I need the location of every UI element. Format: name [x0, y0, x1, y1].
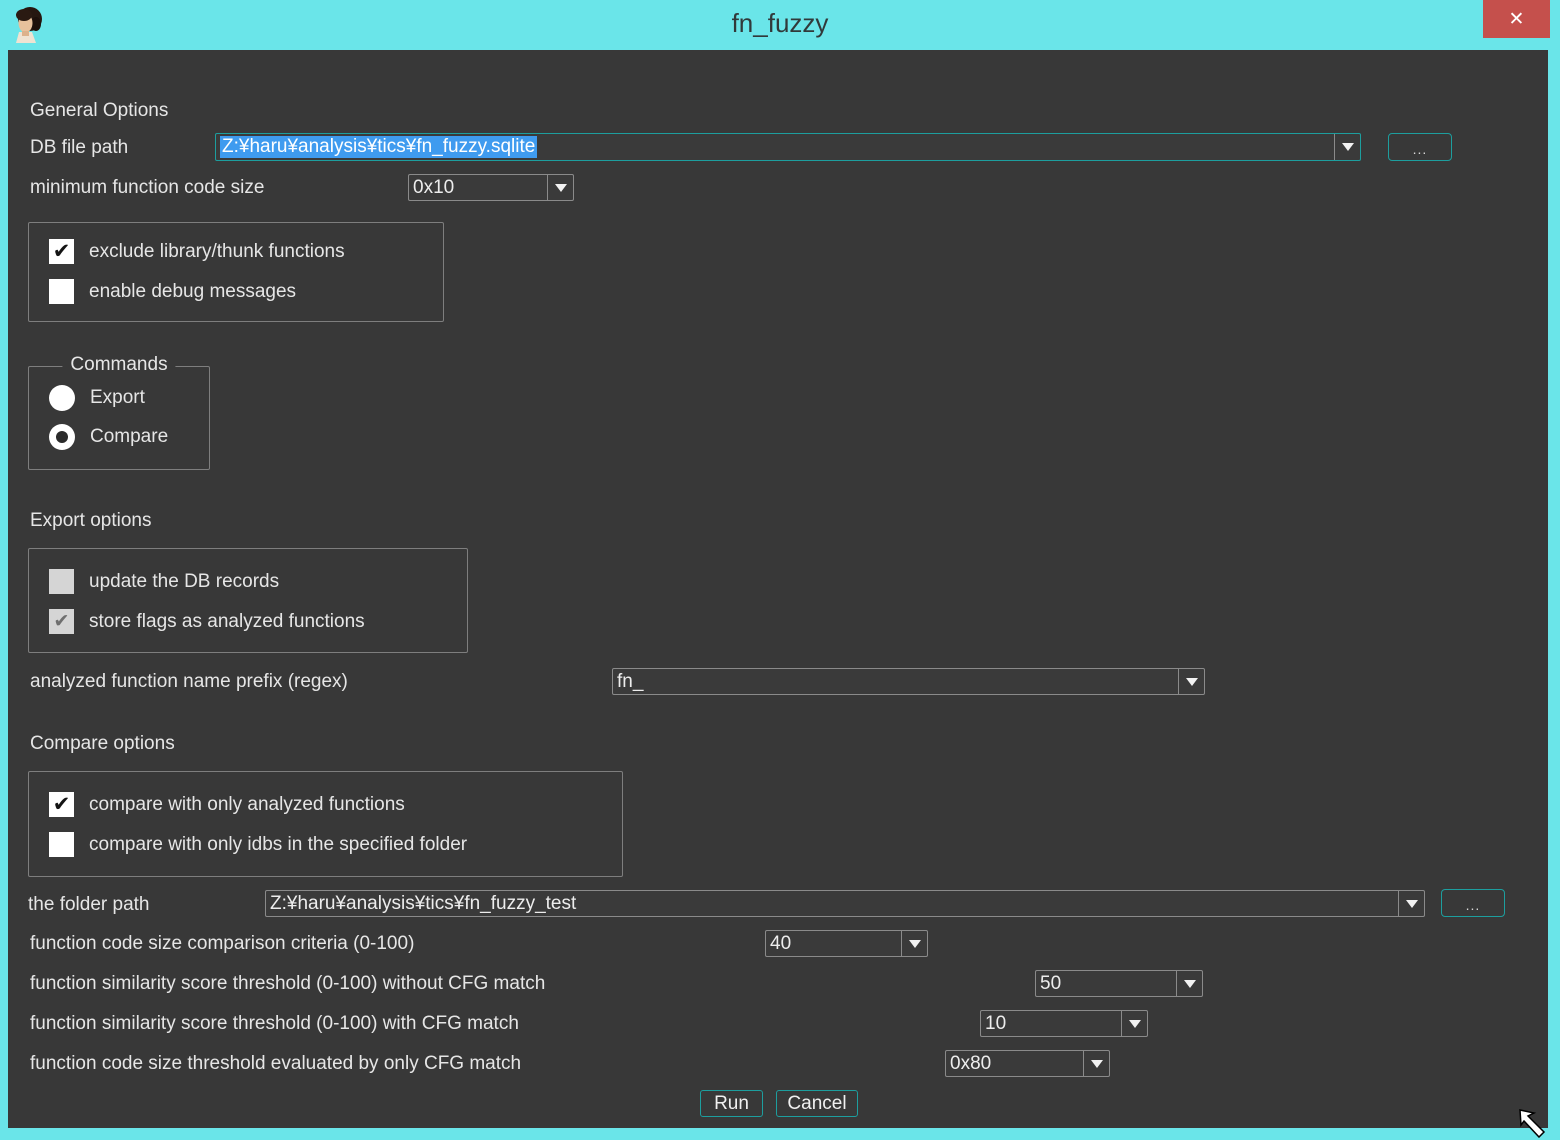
folder-path-combo[interactable]: Z:¥haru¥analysis¥tics¥fn_fuzzy_test [265, 890, 1425, 917]
update-db-checkbox [49, 569, 74, 594]
compare-analyzed-row[interactable]: ✔ compare with only analyzed functions [49, 792, 405, 817]
cfg-size-threshold-value[interactable]: 0x80 [946, 1051, 1083, 1076]
compare-radio-label: Compare [90, 426, 168, 448]
prefix-value[interactable]: fn_ [613, 669, 1178, 694]
min-code-size-label: minimum function code size [30, 177, 264, 199]
compare-idbs-checkbox[interactable] [49, 832, 74, 857]
code-size-criteria-dropdown-icon[interactable] [901, 931, 927, 956]
similarity-without-cfg-value[interactable]: 50 [1036, 971, 1176, 996]
folder-path-value[interactable]: Z:¥haru¥analysis¥tics¥fn_fuzzy_test [266, 891, 1398, 916]
fn-fuzzy-dialog: fn_fuzzy ✕ General Options DB file path … [0, 0, 1560, 1140]
min-code-size-value[interactable]: 0x10 [409, 175, 547, 200]
export-radio[interactable] [49, 385, 75, 411]
dialog-body: General Options DB file path Z:¥haru¥ana… [8, 50, 1548, 1128]
export-options-heading: Export options [30, 510, 151, 532]
db-file-path-value[interactable]: Z:¥haru¥analysis¥tics¥fn_fuzzy.sqlite [216, 134, 1334, 160]
compare-idbs-row[interactable]: compare with only idbs in the specified … [49, 832, 467, 857]
similarity-without-cfg-combo[interactable]: 50 [1035, 970, 1203, 997]
exclude-library-row[interactable]: ✔ exclude library/thunk functions [49, 239, 345, 264]
similarity-with-cfg-dropdown-icon[interactable] [1121, 1011, 1147, 1036]
similarity-with-cfg-value[interactable]: 10 [981, 1011, 1121, 1036]
cfg-size-threshold-label: function code size threshold evaluated b… [30, 1053, 521, 1075]
prefix-dropdown-icon[interactable] [1178, 669, 1204, 694]
general-flags-groupbox: ✔ exclude library/thunk functions enable… [28, 222, 444, 322]
update-db-row: update the DB records [49, 569, 279, 594]
store-flags-row: ✔ store flags as analyzed functions [49, 609, 365, 634]
export-radio-row[interactable]: Export [49, 385, 145, 411]
folder-path-label: the folder path [28, 894, 149, 916]
prefix-label: analyzed function name prefix (regex) [30, 671, 348, 693]
code-size-criteria-value[interactable]: 40 [766, 931, 901, 956]
enable-debug-checkbox[interactable] [49, 279, 74, 304]
exclude-library-label: exclude library/thunk functions [89, 241, 345, 263]
db-file-path-combo[interactable]: Z:¥haru¥analysis¥tics¥fn_fuzzy.sqlite [215, 133, 1361, 161]
close-icon: ✕ [1509, 8, 1525, 31]
window-title: fn_fuzzy [0, 8, 1560, 39]
enable-debug-label: enable debug messages [89, 281, 296, 303]
db-file-path-label: DB file path [30, 137, 128, 159]
cfg-size-threshold-combo[interactable]: 0x80 [945, 1050, 1110, 1077]
close-button[interactable]: ✕ [1483, 0, 1550, 38]
mouse-cursor-icon [1518, 1108, 1552, 1138]
enable-debug-row[interactable]: enable debug messages [49, 279, 296, 304]
similarity-with-cfg-combo[interactable]: 10 [980, 1010, 1148, 1037]
db-file-path-browse-button[interactable]: ... [1388, 133, 1452, 161]
similarity-with-cfg-label: function similarity score threshold (0-1… [30, 1013, 519, 1035]
export-flags-groupbox: update the DB records ✔ store flags as a… [28, 548, 468, 653]
compare-flags-groupbox: ✔ compare with only analyzed functions c… [28, 771, 623, 877]
commands-legend: Commands [62, 354, 175, 376]
compare-analyzed-checkbox[interactable]: ✔ [49, 792, 74, 817]
titlebar: fn_fuzzy ✕ [0, 0, 1560, 50]
similarity-without-cfg-dropdown-icon[interactable] [1176, 971, 1202, 996]
code-size-criteria-label: function code size comparison criteria (… [30, 933, 414, 955]
store-flags-label: store flags as analyzed functions [89, 611, 365, 633]
compare-idbs-label: compare with only idbs in the specified … [89, 834, 467, 856]
run-button[interactable]: Run [700, 1090, 763, 1117]
compare-options-heading: Compare options [30, 733, 175, 755]
db-file-path-dropdown-icon[interactable] [1334, 134, 1360, 160]
update-db-label: update the DB records [89, 571, 279, 593]
commands-groupbox: Commands Export Compare [28, 366, 210, 470]
min-code-size-dropdown-icon[interactable] [547, 175, 573, 200]
store-flags-checkbox: ✔ [49, 609, 74, 634]
export-radio-label: Export [90, 387, 145, 409]
cfg-size-threshold-dropdown-icon[interactable] [1083, 1051, 1109, 1076]
general-options-heading: General Options [30, 100, 168, 122]
compare-radio-row[interactable]: Compare [49, 424, 168, 450]
similarity-without-cfg-label: function similarity score threshold (0-1… [30, 973, 545, 995]
compare-analyzed-label: compare with only analyzed functions [89, 794, 405, 816]
compare-radio[interactable] [49, 424, 75, 450]
exclude-library-checkbox[interactable]: ✔ [49, 239, 74, 264]
cancel-button[interactable]: Cancel [776, 1090, 858, 1117]
code-size-criteria-combo[interactable]: 40 [765, 930, 928, 957]
prefix-combo[interactable]: fn_ [612, 668, 1205, 695]
folder-path-browse-button[interactable]: ... [1441, 889, 1505, 917]
folder-path-dropdown-icon[interactable] [1398, 891, 1424, 916]
min-code-size-combo[interactable]: 0x10 [408, 174, 574, 201]
